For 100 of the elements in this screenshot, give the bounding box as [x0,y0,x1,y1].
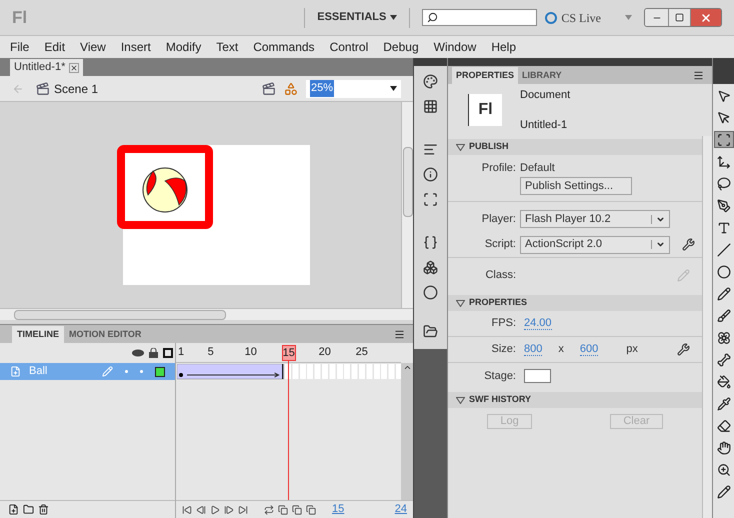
field-label: Player: [480,212,516,227]
frame-number: 5 [208,345,214,359]
script-dropdown[interactable]: ActionScript 2.0 [520,236,670,254]
menu-item[interactable]: Text [216,38,238,56]
document-name: Untitled-1 [520,118,568,132]
caret-icon [390,15,398,20]
caret-icon [656,240,665,249]
motion-tween-span[interactable] [177,364,285,380]
close-icon [700,12,712,24]
section-title: SWF HISTORY [469,393,532,406]
info-icon[interactable] [423,167,438,182]
horizontal-scrollbar[interactable] [0,308,413,320]
section-title: PUBLISH [469,140,509,154]
times-sign: x [558,342,564,358]
menu-item[interactable]: Edit [44,38,66,56]
onion-skin-icon[interactable] [278,504,288,514]
publish-settings-button[interactable]: Publish Settings... [520,177,632,195]
panel-tab[interactable]: LIBRARY [518,67,566,84]
transform-icon[interactable] [714,131,734,148]
field-label: Script: [484,237,516,252]
edit-frames-icon[interactable] [306,504,316,514]
step-back-icon[interactable] [196,504,206,514]
player-dropdown[interactable]: Flash Player 10.2 [520,210,670,228]
menu-item[interactable]: File [10,38,30,56]
first-frame-icon[interactable] [182,504,192,514]
section-header[interactable]: PUBLISH [448,139,702,155]
frame-number: 25 [356,345,368,359]
document-tab[interactable]: Untitled-1* [10,59,84,76]
shapes-icon[interactable] [284,82,298,96]
menu-item[interactable]: Commands [253,38,315,56]
caret-icon [390,86,397,91]
frame-number: 10 [244,345,257,359]
panel-tab[interactable]: TIMELINE [12,326,64,343]
eye-icon [132,349,144,357]
layer-color-swatch[interactable] [155,366,165,376]
menu-item[interactable]: Control [330,38,368,56]
clapperboard-icon [36,82,50,96]
maximize-icon [675,13,684,22]
pencil-icon [102,366,113,377]
app-logo: Fl [12,6,28,29]
code-snippets-icon[interactable] [423,235,438,250]
field-label: Class: [484,268,516,283]
field-label: Size: [490,342,516,358]
folder-icon[interactable] [23,504,34,515]
components-icon[interactable] [423,260,438,275]
section-title: PROPERTIES [469,296,528,310]
section-header[interactable]: PROPERTIES [448,295,702,311]
onion-outline-icon[interactable] [292,504,302,514]
layer-name: Ball [29,364,48,380]
panel-menu-icon[interactable] [394,329,405,340]
unit-label: px [626,342,638,358]
profile-value: Default [520,160,555,176]
search-icon [427,12,438,23]
panel-tab[interactable]: MOTION EDITOR [64,326,146,343]
wrench-icon[interactable] [677,343,690,356]
clapperboard-icon[interactable] [262,82,276,96]
scene-name: Scene 1 [54,80,98,98]
play-icon[interactable] [210,504,220,514]
frame-number: 1 [178,345,184,359]
close-button[interactable] [691,9,721,26]
panel-menu-icon[interactable] [693,70,704,81]
lock-icon [149,348,158,358]
field-label: Profile: [480,160,516,176]
zoom-dropdown[interactable]: 25% [306,80,401,98]
menu-item[interactable]: Debug [383,38,419,56]
menu-item[interactable]: Insert [120,38,151,56]
playhead-marker[interactable]: 15 [282,345,296,361]
vertical-scrollbar[interactable] [401,363,413,500]
close-icon[interactable] [69,62,80,72]
cs-live-button[interactable]: CS Live [545,8,601,26]
palette-icon[interactable] [423,74,438,89]
workspace-menu[interactable]: ESSENTIALS [317,9,398,26]
new-layer-icon[interactable] [8,504,19,515]
menu-item[interactable]: View [80,38,106,56]
grid-icon[interactable] [423,99,438,114]
project-icon[interactable] [423,324,438,339]
last-frame-icon[interactable] [238,504,248,514]
layer-icon [10,366,21,377]
menu-item[interactable]: Help [491,38,516,56]
vertical-scrollbar[interactable] [702,136,712,518]
search-field[interactable] [422,9,538,26]
step-forward-icon[interactable] [224,504,234,514]
cs-live-icon [545,12,558,24]
section-header[interactable]: SWF HISTORY [448,392,702,408]
menu-item[interactable]: Modify [166,38,202,56]
menu-item[interactable]: Window [434,38,476,56]
transform-icon[interactable] [423,192,438,207]
caret-icon [656,214,665,224]
ball-drawing[interactable] [117,145,213,229]
instance-type: Document [520,88,570,103]
wrench-icon[interactable] [682,238,695,251]
maximize-button[interactable] [669,9,691,26]
frame-number: 20 [318,345,331,359]
loop-icon[interactable] [264,504,274,514]
trash-icon[interactable] [38,504,49,515]
scroll-up-icon[interactable] [402,363,412,372]
align-icon[interactable] [423,142,438,157]
stage-color-swatch[interactable] [524,369,551,383]
vertical-scrollbar[interactable] [401,102,413,308]
panel-tab[interactable]: PROPERTIES [452,67,518,84]
